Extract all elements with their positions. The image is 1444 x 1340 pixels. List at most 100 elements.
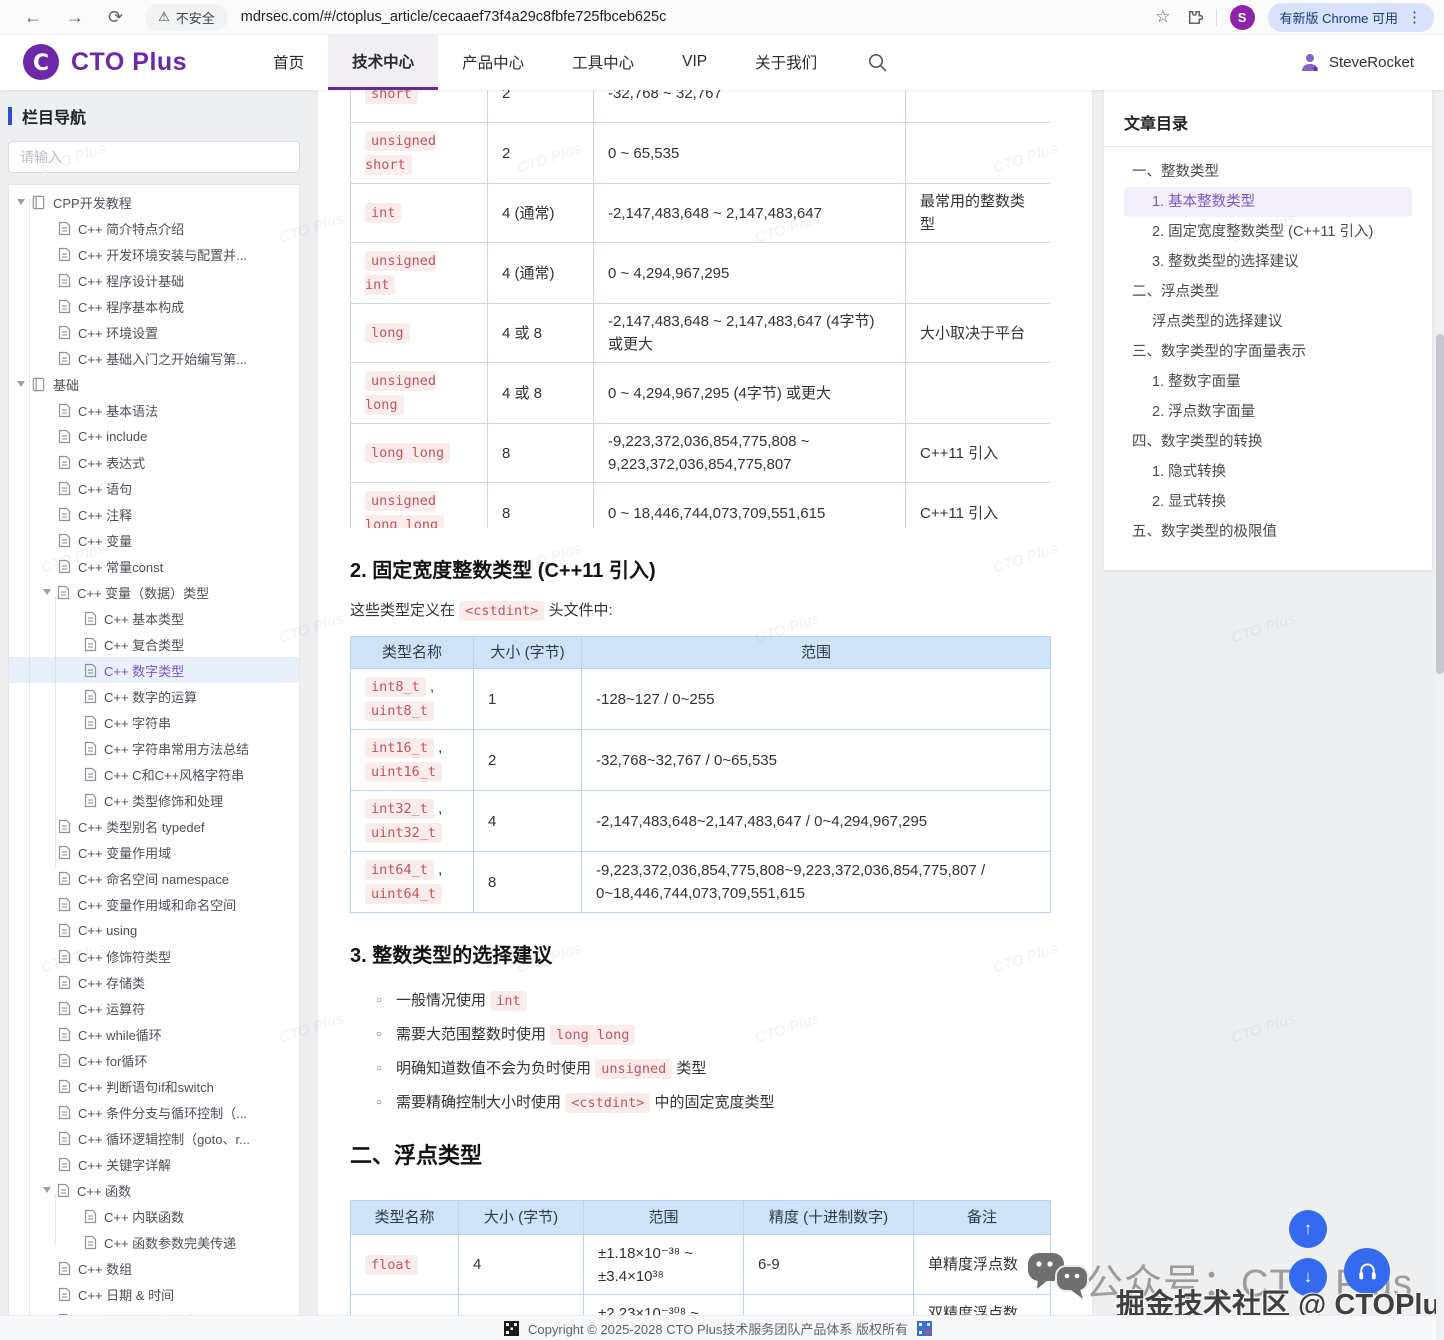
tree-item[interactable]: C++ 开发环境安装与配置并...	[9, 241, 299, 267]
code-chip: uint8_t	[365, 701, 434, 721]
tree-item[interactable]: C++ 数组	[9, 1255, 299, 1281]
toc-item[interactable]: 2. 显式转换	[1124, 487, 1412, 517]
tree-item[interactable]: C++ 修饰符类型	[9, 943, 299, 969]
tree-item[interactable]: C++ while循环	[9, 1021, 299, 1047]
caret-down-icon[interactable]	[17, 199, 25, 205]
tree-item[interactable]: C++ 基础入门之开始编写第...	[9, 345, 299, 371]
nav-home[interactable]: 首页	[249, 34, 328, 90]
caret-down-icon[interactable]	[43, 1187, 51, 1193]
scrollbar-thumb[interactable]	[1436, 334, 1444, 674]
advice-text: 需要精确控制大小时使用	[396, 1094, 565, 1111]
size-cell: 4 (通常)	[488, 184, 594, 243]
tree-item[interactable]: C++ 判断语句if和switch	[9, 1073, 299, 1099]
tree-item-label: C++ 程序设计基础	[78, 271, 184, 290]
column-header: 备注	[914, 1201, 1051, 1235]
toc-item[interactable]: 四、数字类型的转换	[1124, 427, 1412, 457]
tree-item[interactable]: C++ 数字类型	[9, 657, 299, 683]
nav-product-center[interactable]: 产品中心	[438, 34, 548, 90]
brand-name[interactable]: CTO Plus	[71, 48, 187, 77]
doc-icon	[58, 559, 71, 574]
tree-item[interactable]: C++ 条件分支与循环控制（...	[9, 1099, 299, 1125]
tree-item[interactable]: C++ 字符串常用方法总结	[9, 735, 299, 761]
tree-item[interactable]: C++ 字符串	[9, 709, 299, 735]
nav-tech-center[interactable]: 技术中心	[328, 34, 438, 90]
tree-item[interactable]: C++ 日期 & 时间	[9, 1281, 299, 1307]
toc-item[interactable]: 1. 整数字面量	[1124, 367, 1412, 397]
tree-item[interactable]: C++ 类型别名 typedef	[9, 813, 299, 839]
range-cell: -2,147,483,648 ~ 2,147,483,647	[594, 184, 906, 243]
tree-item[interactable]: C++ 注释	[9, 501, 299, 527]
nav-about[interactable]: 关于我们	[731, 34, 841, 90]
type-name-cell: unsigned short	[351, 123, 488, 184]
address-bar[interactable]: mdrsec.com/#/ctoplus_article/cecaaef73f4…	[241, 9, 667, 25]
toc-item[interactable]: 2. 浮点数字面量	[1124, 397, 1412, 427]
table-row: unsigned short20 ~ 65,535	[351, 123, 1051, 184]
tree-item[interactable]: C++ 变量（数据）类型	[9, 579, 299, 605]
tree-item[interactable]: C++ C和C++风格字符串	[9, 761, 299, 787]
tree-item[interactable]: C++ 常量const	[9, 553, 299, 579]
tree-item[interactable]: C++ 语句	[9, 475, 299, 501]
tree-item[interactable]: C++ using	[9, 917, 299, 943]
code-chip: int	[365, 203, 401, 223]
toc-item[interactable]: 1. 基本整数类型	[1124, 187, 1412, 217]
tree-item[interactable]: C++ for循环	[9, 1047, 299, 1073]
tree-item[interactable]: C++ 程序基本构成	[9, 293, 299, 319]
tree-item[interactable]: CPP开发教程	[9, 189, 299, 215]
caret-down-icon[interactable]	[17, 381, 25, 387]
toc-item[interactable]: 浮点类型的选择建议	[1124, 307, 1412, 337]
basic-integer-table: short2-32,768 ~ 32,767unsigned short20 ~…	[350, 88, 1050, 528]
tree-item[interactable]: C++ 函数	[9, 1177, 299, 1203]
column-header: 大小 (字节)	[459, 1201, 584, 1235]
tree-item[interactable]: C++ 复合类型	[9, 631, 299, 657]
tree-item[interactable]: C++ 环境设置	[9, 319, 299, 345]
tree-item[interactable]: C++ 循环逻辑控制（goto、r...	[9, 1125, 299, 1151]
tree-item-label: C++ C和C++风格字符串	[104, 765, 244, 784]
toc-item[interactable]: 2. 固定宽度整数类型 (C++11 引入)	[1124, 217, 1412, 247]
tree-item[interactable]: C++ 变量作用域和命名空间	[9, 891, 299, 917]
tree-item[interactable]: C++ 程序设计基础	[9, 267, 299, 293]
tree-item[interactable]: C++ 内联函数	[9, 1203, 299, 1229]
tree-item[interactable]: C++ 表达式	[9, 449, 299, 475]
toc-item[interactable]: 二、浮点类型	[1124, 277, 1412, 307]
tree-item[interactable]: C++ include	[9, 423, 299, 449]
toc-item[interactable]: 3. 整数类型的选择建议	[1124, 247, 1412, 277]
chrome-update-button[interactable]: 有新版 Chrome 可用 ⋮	[1268, 3, 1434, 32]
reload-icon[interactable]: ⟳	[108, 0, 123, 34]
back-to-top-button[interactable]: ↑	[1289, 1210, 1327, 1248]
back-icon[interactable]: ←	[24, 0, 42, 34]
tree-item[interactable]: C++ 存储类	[9, 969, 299, 995]
note-cell	[906, 123, 1051, 184]
toc-item[interactable]: 一、整数类型	[1124, 157, 1412, 187]
range-cell: 0 ~ 4,294,967,295 (4字节) 或更大	[594, 363, 906, 424]
tree-item[interactable]: C++ 简介特点介绍	[9, 215, 299, 241]
size-cell: 8	[488, 483, 594, 529]
menu-dots-icon[interactable]: ⋮	[1407, 8, 1422, 26]
tree-item[interactable]: C++ 运算符	[9, 995, 299, 1021]
tree-item[interactable]: C++ 变量	[9, 527, 299, 553]
page-scrollbar[interactable]	[1436, 34, 1444, 1340]
security-badge[interactable]: ⚠ 不安全	[145, 4, 228, 31]
tree-item[interactable]: C++ 基本类型	[9, 605, 299, 631]
bookmark-star-icon[interactable]: ☆	[1155, 7, 1170, 27]
user-account[interactable]: SteveRocket	[1299, 51, 1414, 73]
forward-icon[interactable]: →	[66, 0, 84, 34]
tree-item[interactable]: C++ 关键字详解	[9, 1151, 299, 1177]
nav-vip[interactable]: VIP	[658, 34, 731, 90]
extensions-icon[interactable]	[1184, 8, 1203, 27]
tree-item[interactable]: C++ 命名空间 namespace	[9, 865, 299, 891]
cto-plus-logo[interactable]: C	[22, 43, 60, 81]
search-icon[interactable]	[867, 52, 888, 73]
caret-down-icon[interactable]	[43, 589, 51, 595]
tree-item[interactable]: C++ 函数参数完美传递	[9, 1229, 299, 1255]
sidebar-search-input[interactable]: 请输入	[8, 141, 300, 173]
tree-item[interactable]: C++ 数字的运算	[9, 683, 299, 709]
tree-item[interactable]: C++ 类型修饰和处理	[9, 787, 299, 813]
tree-item[interactable]: 基础	[9, 371, 299, 397]
toc-item[interactable]: 三、数字类型的字面量表示	[1124, 337, 1412, 367]
profile-avatar[interactable]: S	[1230, 5, 1255, 30]
tree-item[interactable]: C++ 基本语法	[9, 397, 299, 423]
nav-tool-center[interactable]: 工具中心	[548, 34, 658, 90]
toc-item[interactable]: 五、数字类型的极限值	[1124, 517, 1412, 547]
toc-item[interactable]: 1. 隐式转换	[1124, 457, 1412, 487]
tree-item[interactable]: C++ 变量作用域	[9, 839, 299, 865]
